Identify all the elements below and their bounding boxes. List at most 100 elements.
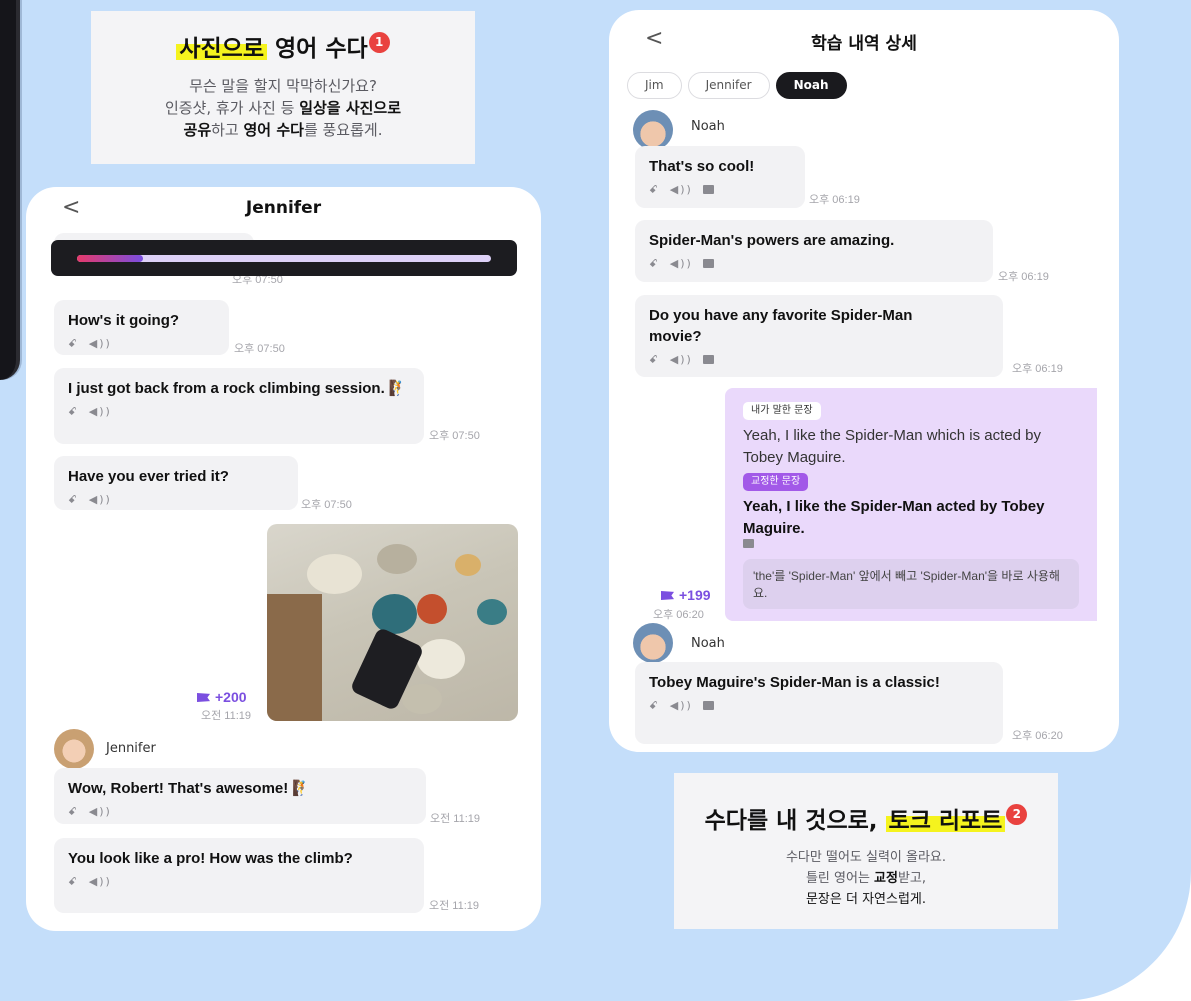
translate-icon[interactable]: ꗃ [649, 257, 660, 271]
message-text: Have you ever tried it? [68, 468, 229, 485]
avatar-noah[interactable] [633, 110, 673, 150]
promo-card-photo-chat: 사진으로 영어 수다 1 무슨 말을 할지 막막하신가요? 인증샷, 휴가 사진 … [91, 11, 475, 164]
chat-bubble: How's it going? ꗃ ◀)) [54, 300, 229, 355]
promo-title-highlight: 토크 리포트 [885, 808, 1006, 834]
promo-line: 틀린 영어는 교정받고, [674, 868, 1058, 889]
promo-text: 를 풍요롭게. [303, 121, 383, 139]
speaker-name: Noah [691, 636, 725, 651]
memo-icon[interactable] [702, 185, 714, 194]
climbing-photo[interactable] [267, 524, 518, 721]
speaker-icon[interactable]: ◀)) [89, 805, 112, 818]
message-actions: ꗃ ◀)) [649, 183, 791, 197]
speaker-name: Jennifer [106, 741, 156, 756]
message-time: 오후 07:50 [301, 499, 352, 511]
translate-icon[interactable]: ꗃ [649, 353, 660, 367]
translate-icon[interactable]: ꗃ [68, 493, 79, 507]
promo-text: 받고, [897, 871, 927, 886]
message-time: 오후 06:20 [1012, 730, 1063, 742]
translate-icon[interactable]: ꗃ [68, 875, 79, 889]
chat-bubble: Tobey Maguire's Spider-Man is a classic!… [635, 662, 1003, 744]
message-text: How's it going? [68, 312, 180, 329]
message-actions: ꗃ ◀)) [68, 337, 215, 351]
promo-bold-text: 공유 [183, 121, 212, 139]
promo-line: 무슨 말을 할지 막막하신가요? [189, 77, 377, 95]
promo-title-rest: 영어 수다 [266, 36, 368, 62]
message-text: Spider-Man's powers are amazing. [649, 232, 895, 249]
correction-explanation: 'the'를 'Spider-Man' 앞에서 빼고 'Spider-Man'을… [743, 559, 1079, 609]
photo-detail [477, 599, 507, 625]
photo-detail [307, 554, 362, 594]
points-value: +199 [679, 587, 711, 603]
memo-icon[interactable] [702, 355, 714, 364]
chip-noah[interactable]: Noah [775, 72, 847, 99]
photo-wood-panel [267, 594, 322, 721]
photo-detail [417, 639, 465, 679]
speaker-icon[interactable]: ◀)) [89, 875, 112, 888]
points-value: +200 [215, 689, 247, 705]
speaker-icon[interactable]: ◀)) [670, 257, 693, 270]
learning-history-detail-screen: < 학습 내역 상세 Jim Jennifer Noah Noah That's s… [609, 10, 1119, 752]
speaker-icon[interactable]: ◀)) [670, 353, 693, 366]
memo-icon[interactable] [702, 259, 714, 268]
promo-text: 틀린 영어는 [805, 871, 875, 886]
chat-bubble: Do you have any favorite Spider-Man movi… [635, 295, 1003, 377]
avatar-jennifer[interactable] [54, 729, 94, 769]
message-actions: ꗃ ◀)) [68, 405, 410, 419]
message-time: 오후 07:50 [429, 430, 480, 442]
speaker-icon[interactable]: ◀)) [89, 493, 112, 506]
corrected-sentence: Yeah, I like the Spider-Man acted by Tob… [743, 498, 1045, 537]
chat-title: Jennifer [245, 198, 322, 218]
avatar-noah[interactable] [633, 623, 673, 663]
speaker-icon[interactable]: ◀)) [89, 337, 112, 350]
message-actions: ꗃ ◀)) [68, 875, 410, 889]
promo-description: 무슨 말을 할지 막막하신가요? 인증샷, 휴가 사진 등 일상을 사진으로 공… [91, 75, 475, 141]
points-earned: +199 [661, 587, 711, 603]
message-time: 오전 11:19 [201, 710, 252, 722]
translate-icon[interactable]: ꗃ [68, 805, 79, 819]
said-sentence: Yeah, I like the Spider-Man which is act… [743, 427, 1041, 466]
message-time: 오후 06:20 [653, 609, 704, 621]
translate-icon[interactable]: ꗃ [649, 183, 660, 197]
speaker-icon[interactable]: ◀)) [89, 405, 112, 418]
translate-icon[interactable]: ꗃ [68, 337, 79, 351]
promo-line: 공유하고 영어 수다를 풍요롭게. [91, 119, 475, 141]
message-text: Wow, Robert! That's awesome! 🧗 [68, 780, 312, 797]
message-text: Do you have any favorite Spider-Man movi… [649, 307, 913, 345]
promo-text: 인증샷, 휴가 사진 등 [164, 99, 300, 117]
message-actions: ꗃ ◀)) [649, 257, 979, 271]
promo-line: 문장은 더 자연스럽게. [805, 892, 927, 907]
memo-icon[interactable] [743, 539, 754, 548]
message-time: 오후 06:19 [809, 194, 860, 206]
promo-title-highlight: 사진으로 [176, 36, 267, 62]
chip-jim[interactable]: Jim [627, 72, 682, 99]
photo-detail [402, 684, 442, 714]
points-earned: +200 [197, 689, 247, 705]
promo-title: 사진으로 영어 수다 1 [91, 29, 475, 63]
translate-icon[interactable]: ꗃ [68, 405, 79, 419]
promo-title-rest: 수다를 내 것으로, [704, 808, 886, 834]
translate-icon[interactable]: ꗃ [649, 699, 660, 713]
chip-jennifer[interactable]: Jennifer [687, 72, 770, 99]
speaker-name: Noah [691, 119, 725, 134]
speaker-icon[interactable]: ◀)) [670, 183, 693, 196]
correction-card: 내가 말한 문장 Yeah, I like the Spider-Man whi… [725, 388, 1097, 621]
photo-detail [455, 554, 481, 576]
promo-description: 수다만 떨어도 실력이 올라요. 틀린 영어는 교정받고, 문장은 더 자연스럽… [674, 847, 1058, 910]
flag-icon [661, 591, 674, 600]
message-time: 오후 06:19 [998, 271, 1049, 283]
message-actions: ꗃ ◀)) [68, 493, 284, 507]
memo-icon[interactable] [702, 701, 714, 710]
photo-detail [377, 544, 417, 574]
promo-line: 수다만 떨어도 실력이 올라요. [785, 850, 947, 865]
chat-bubble: Spider-Man's powers are amazing. ꗃ ◀)) [635, 220, 993, 282]
nav-bar: < Jennifer [26, 187, 541, 233]
promo-title: 수다를 내 것으로, 토크 리포트 2 [674, 801, 1058, 835]
flag-icon [197, 693, 210, 702]
promo-text: 하고 [211, 121, 244, 139]
message-actions: ꗃ ◀)) [649, 699, 989, 713]
promo-bold-text: 일상을 사진으로 [299, 99, 402, 117]
speaker-icon[interactable]: ◀)) [670, 699, 693, 712]
chat-bubble: I just got back from a rock climbing ses… [54, 368, 424, 444]
audio-progress-bar[interactable] [77, 255, 491, 262]
corrected-sentence-label: 교정한 문장 [743, 473, 809, 491]
